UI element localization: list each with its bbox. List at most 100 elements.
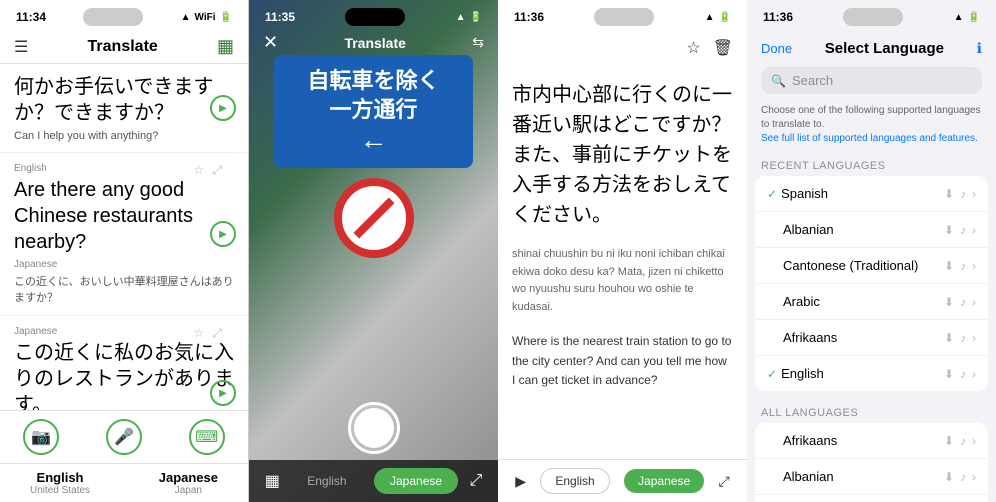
speech-icon[interactable]: ♪ (960, 331, 966, 345)
star-icon[interactable]: ☆ (686, 38, 700, 58)
info-icon[interactable]: ℹ (977, 40, 982, 57)
source-lang-pill[interactable]: English (291, 468, 362, 494)
target-lang-region: Japan (159, 485, 218, 496)
battery-icon: 🔋 (220, 12, 232, 23)
all-lang-row[interactable]: Amharic ⬇ ♪ › (755, 495, 988, 502)
screen1-status-icons: ▲ WiFi 🔋 (181, 12, 232, 23)
screen1-title: Translate (88, 38, 158, 56)
source-lang-pill[interactable]: English (540, 468, 609, 494)
screen4-status-icons: ▲ 🔋 (954, 12, 980, 23)
source-language[interactable]: English United States (30, 470, 90, 496)
lang-row-left: Arabic (767, 294, 820, 309)
screen4-title: Select Language (825, 40, 944, 57)
screen2-title: Translate (344, 35, 405, 51)
recent-lang-row[interactable]: Arabic ⬇ ♪ › (755, 284, 988, 320)
speech-icon[interactable]: ♪ (960, 367, 966, 381)
target-language[interactable]: Japanese Japan (159, 470, 218, 496)
done-button[interactable]: Done (761, 41, 792, 56)
speech-icon[interactable]: ♪ (960, 259, 966, 273)
expand-icon[interactable]: ⤢ (212, 326, 222, 341)
star-icon[interactable]: ☆ (193, 163, 204, 177)
play-button[interactable]: ▶ (210, 95, 236, 121)
screen4-phone: 11:36 ▲ 🔋 Done Select Language ℹ 🔍 Searc… (747, 0, 996, 502)
download-icon[interactable]: ⬇ (944, 367, 954, 381)
download-icon[interactable]: ⬇ (944, 434, 954, 448)
expand-icon[interactable]: ⤢ (719, 473, 730, 490)
download-icon[interactable]: ⬇ (944, 295, 954, 309)
screen4-status-bar: 11:36 ▲ 🔋 (747, 0, 996, 30)
lang-name: Spanish (781, 186, 828, 201)
red-sign (334, 178, 414, 258)
download-icon[interactable]: ⬇ (944, 259, 954, 273)
lang-row-icons: ⬇ ♪ › (944, 331, 976, 345)
translated-text: この近くに、おいしい中華料理屋さんはありますか？ (14, 273, 234, 305)
screen2-status-bar: 11:35 ▲ 🔋 (249, 0, 498, 30)
target-lang-pill[interactable]: Japanese (374, 468, 458, 494)
download-icon[interactable]: ⬇ (944, 187, 954, 201)
lang-name: Albanian (783, 222, 834, 237)
source-text-large: この近くに私のお気に入りのレストランがあります。 (14, 340, 234, 410)
screen2-action-bar: ✕ Translate ⇆ (249, 32, 498, 53)
checkmark-icon: ✓ (767, 367, 777, 381)
recent-lang-row[interactable]: Afrikaans ⬇ ♪ › (755, 320, 988, 356)
screen1-phone: 11:34 ▲ WiFi 🔋 ☰ Translate ▦ 何かお手伝いできますか… (0, 0, 249, 502)
screen2-time: 11:35 (265, 10, 295, 24)
screen1-status-pill (83, 8, 143, 26)
play-button[interactable]: ▶ (210, 221, 236, 247)
recent-lang-row[interactable]: ✓ Spanish ⬇ ♪ › (755, 176, 988, 212)
jp-sign-text2: 一方通行 (284, 96, 463, 125)
camera-button[interactable]: 📷 (23, 419, 59, 455)
battery-icon: 🔋 (470, 12, 482, 23)
download-icon[interactable]: ⬇ (944, 470, 954, 484)
screen3-status-pill (594, 8, 654, 26)
lang-row-icons: ⬇ ♪ › (944, 259, 976, 273)
speech-icon[interactable]: ♪ (960, 470, 966, 484)
star-icon[interactable]: ☆ (193, 326, 204, 340)
delete-icon[interactable]: 🗑 (713, 38, 733, 58)
screen2-ar-icon[interactable]: ⇆ (472, 34, 484, 51)
shutter-button[interactable] (348, 402, 400, 454)
gallery-icon[interactable]: ▦ (265, 471, 280, 491)
close-button[interactable]: ✕ (263, 32, 278, 53)
all-lang-list: Afrikaans ⬇ ♪ › Albanian ⬇ ♪ › Amharic ⬇… (755, 423, 988, 502)
screen3-status-icons: ▲ 🔋 (705, 12, 731, 23)
camera-icon: 📷 (23, 419, 59, 455)
recent-lang-row[interactable]: Cantonese (Traditional) ⬇ ♪ › (755, 248, 988, 284)
lang-note-link[interactable]: See full list of supported languages and… (761, 132, 982, 146)
recent-lang-row[interactable]: ✓ English ⬇ ♪ › (755, 356, 988, 391)
recent-lang-row[interactable]: Albanian ⬇ ♪ › (755, 212, 988, 248)
chevron-right-icon: › (972, 223, 976, 237)
mic-button[interactable]: 🎤 (106, 419, 142, 455)
blue-sign: 自転車を除く 一方通行 ← (274, 55, 473, 168)
all-lang-row[interactable]: Afrikaans ⬇ ♪ › (755, 423, 988, 459)
screen1-time: 11:34 (16, 10, 46, 24)
search-placeholder: Search (792, 73, 833, 88)
scan-icon[interactable]: ▦ (217, 36, 234, 57)
battery-icon: 🔋 (719, 12, 731, 23)
play-button[interactable]: ▶ (210, 380, 236, 406)
all-lang-row[interactable]: Albanian ⬇ ♪ › (755, 459, 988, 495)
target-lang-name: Japanese (159, 470, 218, 485)
menu-icon[interactable]: ☰ (14, 37, 28, 57)
lang-note: Choose one of the following supported la… (747, 98, 996, 152)
search-bar[interactable]: 🔍 Search (761, 67, 982, 94)
download-icon[interactable]: ⬇ (944, 223, 954, 237)
chevron-right-icon: › (972, 367, 976, 381)
jp-sign-text1: 自転車を除く (284, 67, 463, 96)
play-icon[interactable]: ▶ (515, 473, 526, 490)
download-icon[interactable]: ⬇ (944, 331, 954, 345)
lang-name: Afrikaans (783, 330, 837, 345)
expand-icon[interactable]: ⤢ (212, 163, 222, 178)
speech-icon[interactable]: ♪ (960, 187, 966, 201)
speech-icon[interactable]: ♪ (960, 295, 966, 309)
lang-name: Albanian (783, 469, 834, 484)
keyboard-button[interactable]: ⌨ (189, 419, 225, 455)
screen1-toolbar: 📷 🎤 ⌨ (0, 411, 248, 463)
speech-icon[interactable]: ♪ (960, 434, 966, 448)
romanized-text: shinai chuushin bu ni iku noni ichiban c… (512, 246, 733, 316)
screen3-status-bar: 11:36 ▲ 🔋 (498, 0, 747, 30)
battery-icon: 🔋 (968, 12, 980, 23)
speech-icon[interactable]: ♪ (960, 223, 966, 237)
target-lang-pill[interactable]: Japanese (624, 469, 704, 493)
fullscreen-icon[interactable]: ⤢ (469, 472, 482, 490)
